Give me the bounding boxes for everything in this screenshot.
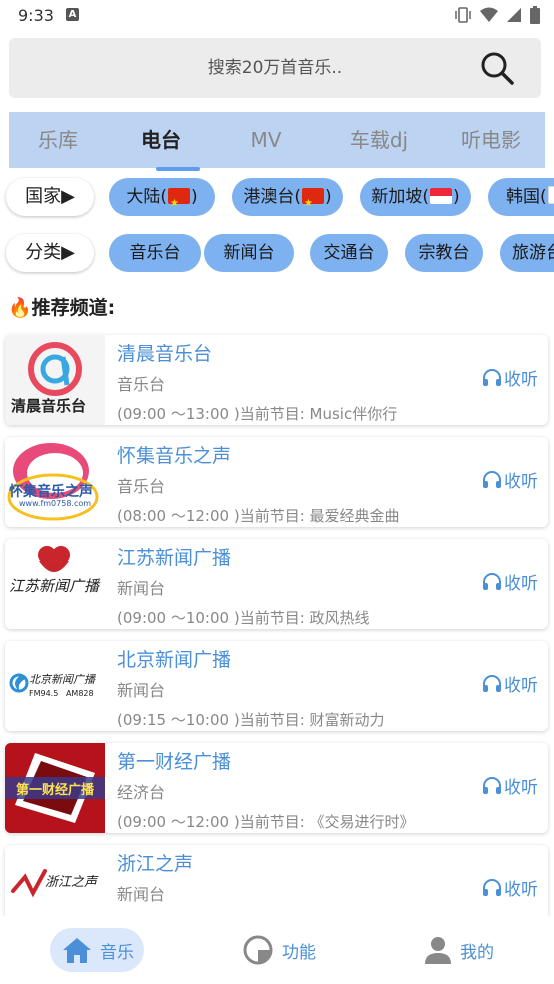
channel-logo-text: 江苏新闻广播 bbox=[9, 577, 100, 595]
status-time: 9:33 bbox=[18, 6, 54, 25]
channel-category: 新闻台 bbox=[117, 885, 166, 904]
listen-button[interactable]: 收听 bbox=[482, 671, 538, 696]
channel-category: 音乐台 bbox=[117, 375, 166, 394]
tab-car-dj[interactable]: 车载dj bbox=[327, 112, 431, 168]
singapore-flag-icon bbox=[430, 188, 452, 204]
listen-button[interactable]: 收听 bbox=[482, 365, 538, 390]
listen-button[interactable]: 收听 bbox=[482, 875, 538, 900]
headphones-icon bbox=[483, 776, 501, 794]
channel-card[interactable]: 清晨音乐台 清晨音乐台 音乐台 (09:00 ～13:00 )当前节目: Mus… bbox=[5, 335, 548, 425]
headphones-icon bbox=[483, 572, 501, 590]
tab-mv[interactable]: MV bbox=[217, 112, 315, 168]
channel-logo-text: 怀集音乐之声 bbox=[9, 484, 93, 500]
category-filter-row: 分类▶ 音乐台 新闻台 交通台 宗教台 旅游台 bbox=[0, 230, 554, 276]
headphones-icon bbox=[483, 674, 501, 692]
nav-music[interactable]: 音乐 bbox=[62, 927, 134, 973]
channel-name: 清晨音乐台 bbox=[117, 343, 213, 365]
tab-movie[interactable]: 听电影 bbox=[439, 112, 543, 168]
channel-schedule: (09:15 ～10:00 )当前节目: 财富新动力 bbox=[117, 711, 385, 729]
channel-schedule: (09:00 ～10:00 )当前节目: 政风热线 bbox=[117, 609, 370, 627]
china-flag-icon bbox=[168, 185, 190, 216]
channel-category: 新闻台 bbox=[117, 681, 166, 700]
channel-logo: 江苏新闻广播 bbox=[5, 539, 105, 629]
signal-icon bbox=[507, 8, 521, 22]
channel-logo: 北京新闻广播 FM94.5 AM828 bbox=[5, 641, 105, 731]
channel-logo: 第一财经广播 bbox=[5, 743, 105, 833]
channel-name: 江苏新闻广播 bbox=[117, 547, 232, 569]
channel-logo-text: 清晨音乐台 bbox=[11, 397, 87, 415]
features-icon bbox=[243, 935, 273, 965]
channel-card[interactable]: 浙江之声 浙江之声 新闻台 收听 bbox=[5, 845, 548, 916]
fire-icon: 🔥 bbox=[8, 297, 32, 319]
search-bar[interactable]: 搜索20万首音乐.. bbox=[9, 38, 541, 98]
channel-logo-text: 浙江之声 bbox=[45, 875, 98, 890]
channel-name: 怀集音乐之声 bbox=[117, 445, 232, 467]
channel-card[interactable]: 第一财经广播 第一财经广播 经济台 (09:00 ～12:00 )当前节目: 《… bbox=[5, 743, 548, 833]
nav-mine[interactable]: 我的 bbox=[424, 927, 494, 973]
battery-icon bbox=[530, 6, 540, 24]
channel-name: 第一财经广播 bbox=[117, 751, 232, 773]
channel-card[interactable]: 江苏新闻广播 江苏新闻广播 新闻台 (09:00 ～10:00 )当前节目: 政… bbox=[5, 539, 548, 629]
headphones-icon bbox=[483, 878, 501, 896]
chip-religion[interactable]: 宗教台 bbox=[405, 234, 483, 272]
listen-button[interactable]: 收听 bbox=[482, 467, 538, 492]
tab-bar: 乐库 电台 MV 车载dj 听电影 bbox=[9, 112, 545, 168]
chip-traffic[interactable]: 交通台 bbox=[310, 234, 388, 272]
channel-logo-text: 北京新闻广播 bbox=[29, 673, 95, 686]
listen-button[interactable]: 收听 bbox=[482, 569, 538, 594]
channel-logo: 浙江之声 bbox=[5, 845, 105, 916]
user-icon bbox=[425, 937, 451, 964]
channel-name: 浙江之声 bbox=[117, 853, 194, 875]
search-icon[interactable] bbox=[479, 50, 515, 86]
status-icons bbox=[454, 6, 540, 24]
listen-button[interactable]: 收听 bbox=[482, 773, 538, 798]
channel-logo-subtext: www.fm0758.com bbox=[19, 499, 92, 508]
channel-name: 北京新闻广播 bbox=[117, 649, 232, 671]
section-title: 🔥推荐频道: bbox=[8, 297, 116, 319]
chip-mainland[interactable]: 大陆() bbox=[109, 178, 215, 216]
chip-travel[interactable]: 旅游台 bbox=[500, 234, 554, 272]
channel-schedule: (09:00 ～13:00 )当前节目: Music伴你行 bbox=[117, 405, 398, 423]
headphones-icon bbox=[483, 368, 501, 386]
notification-icon: A bbox=[66, 8, 79, 21]
chip-singapore[interactable]: 新加坡() bbox=[360, 178, 471, 216]
channel-category: 音乐台 bbox=[117, 477, 166, 496]
channel-category: 经济台 bbox=[117, 783, 166, 802]
korea-flag-icon bbox=[547, 186, 554, 204]
channel-logo-subtext: FM94.5 AM828 bbox=[29, 689, 94, 698]
status-bar: 9:33 A bbox=[0, 0, 554, 32]
tab-library[interactable]: 乐库 bbox=[9, 112, 107, 168]
china-flag-icon bbox=[302, 185, 324, 216]
category-filter-label: 分类▶ bbox=[6, 234, 94, 272]
tab-radio[interactable]: 电台 bbox=[112, 112, 210, 168]
chip-hk-macau-taiwan[interactable]: 港澳台() bbox=[232, 178, 343, 216]
nav-features[interactable]: 功能 bbox=[242, 927, 316, 973]
channel-logo-text: 第一财经广播 bbox=[15, 783, 94, 798]
headphones-icon bbox=[483, 470, 501, 488]
search-input[interactable]: 搜索20万首音乐.. bbox=[9, 38, 541, 98]
chip-music[interactable]: 音乐台 bbox=[109, 234, 201, 272]
tab-indicator bbox=[156, 167, 200, 171]
vibrate-icon bbox=[455, 7, 471, 23]
channel-schedule: (09:00 ～12:00 )当前节目: 《交易进行时》 bbox=[117, 813, 415, 831]
channel-card[interactable]: 北京新闻广播 FM94.5 AM828 北京新闻广播 新闻台 (09:15 ～1… bbox=[5, 641, 548, 731]
chip-news[interactable]: 新闻台 bbox=[204, 234, 294, 272]
channel-card[interactable]: 怀集音乐之声 www.fm0758.com 怀集音乐之声 音乐台 (08:00 … bbox=[5, 437, 548, 527]
chip-korea[interactable]: 韩国( bbox=[488, 178, 554, 216]
channel-schedule: (08:00 ～12:00 )当前节目: 最爱经典金曲 bbox=[117, 507, 400, 525]
channel-category: 新闻台 bbox=[117, 579, 166, 598]
channel-logo: 怀集音乐之声 www.fm0758.com bbox=[5, 437, 105, 527]
country-filter-row: 国家▶ 大陆() 港澳台() 新加坡() 韩国( bbox=[0, 174, 554, 220]
wifi-icon bbox=[480, 7, 498, 22]
home-icon bbox=[63, 938, 91, 963]
country-filter-label: 国家▶ bbox=[6, 178, 94, 216]
